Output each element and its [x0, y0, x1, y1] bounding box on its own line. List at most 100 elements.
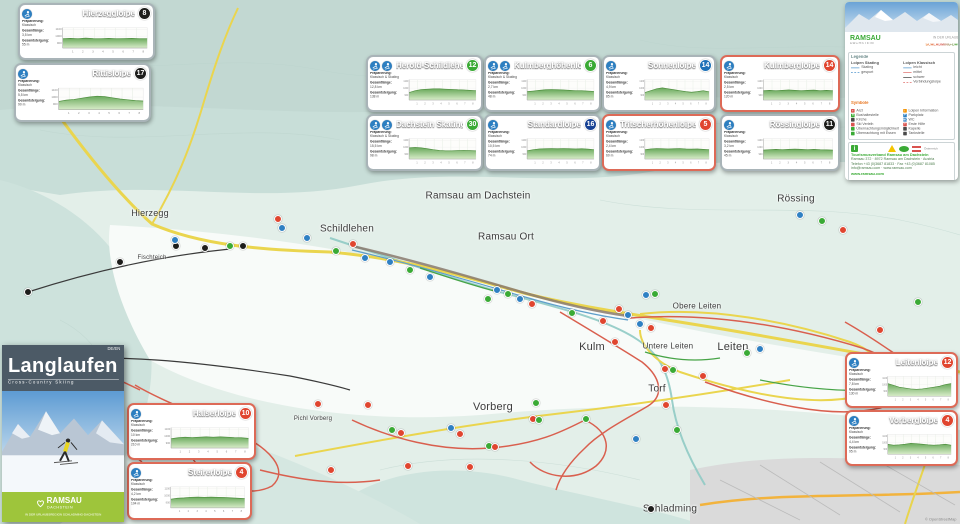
svg-text:5: 5	[804, 102, 806, 105]
trail-number-badge: 12	[941, 356, 954, 369]
svg-text:2: 2	[779, 161, 781, 164]
svg-text:1: 1	[895, 399, 897, 401]
svg-text:2: 2	[902, 399, 904, 401]
elevation-profile-chart: 11001000900 12345678	[757, 72, 836, 106]
trail-number-badge: 5	[699, 118, 712, 131]
trail-name: Standardloipe	[502, 120, 581, 129]
line-sample	[903, 77, 911, 78]
trail-card-roessing: Rössingloipe 11 Präparierung:Klassisch G…	[720, 114, 840, 171]
website: www.ramsau.com	[851, 172, 952, 176]
svg-text:900: 900	[57, 41, 62, 45]
svg-text:1000: 1000	[51, 95, 58, 99]
trail-number-badge: 14	[823, 59, 836, 72]
trail-marker	[651, 290, 659, 298]
trail-marker	[397, 429, 405, 437]
svg-text:6: 6	[574, 102, 576, 105]
legend-line-item: mittel	[903, 71, 951, 75]
svg-text:2: 2	[82, 49, 84, 53]
svg-text:6: 6	[812, 161, 814, 164]
trail-marker	[662, 401, 670, 409]
svg-text:900: 900	[759, 153, 764, 156]
svg-text:1100: 1100	[52, 88, 59, 92]
svg-text:1100: 1100	[521, 139, 527, 142]
svg-text:2: 2	[424, 161, 426, 164]
symbol-icon	[851, 118, 855, 122]
svg-text:1100: 1100	[403, 139, 409, 142]
svg-text:7: 7	[128, 111, 130, 115]
elevation-profile-chart: 11001000900 12345678	[521, 131, 597, 165]
trail-name: Leitenloipe	[863, 358, 938, 367]
trail-marker	[466, 463, 474, 471]
language-tag: DE/EN	[107, 347, 120, 351]
trail-marker	[647, 324, 655, 332]
brand-name: RAMSAU	[47, 497, 91, 505]
legend-symbol-item: Tankstelle	[903, 132, 951, 136]
svg-text:1000: 1000	[403, 87, 409, 90]
skier-icon	[849, 358, 859, 368]
svg-text:1100: 1100	[757, 139, 763, 142]
svg-text:900: 900	[759, 94, 764, 97]
quality-seal-icon	[888, 145, 896, 152]
legend-line-item: schwer	[903, 75, 951, 79]
svg-text:8: 8	[472, 161, 474, 164]
symbol-icon: P	[903, 114, 907, 118]
svg-text:8: 8	[472, 102, 474, 105]
svg-text:900: 900	[53, 102, 58, 106]
svg-text:8: 8	[829, 102, 831, 105]
skier-icon	[131, 409, 141, 419]
svg-text:1100: 1100	[882, 436, 887, 438]
trail-marker	[226, 242, 234, 250]
svg-text:2: 2	[902, 457, 904, 459]
trail-marker	[532, 399, 540, 407]
information-icon: i	[851, 145, 858, 152]
trail-marker	[743, 349, 751, 357]
svg-text:6: 6	[118, 111, 120, 115]
place-label: Hierzegg	[131, 208, 169, 218]
svg-text:1: 1	[895, 457, 897, 459]
trail-marker	[484, 295, 492, 303]
trail-card-vorberg: Vorbergloipe 4 Präparierung:Klassisch Ge…	[845, 410, 958, 466]
svg-text:7: 7	[132, 49, 134, 53]
svg-text:2: 2	[78, 111, 80, 115]
svg-text:900: 900	[166, 441, 171, 445]
trail-name: Tritscherhöhenloipe	[620, 120, 696, 129]
svg-text:1: 1	[179, 509, 181, 513]
legend-photo	[845, 2, 958, 32]
svg-text:1: 1	[534, 102, 536, 105]
card-header: Kulmberghöhenloipe 6	[488, 59, 597, 72]
svg-text:6: 6	[933, 457, 935, 459]
svg-text:3: 3	[198, 449, 200, 453]
trail-marker	[447, 424, 455, 432]
trail-marker	[426, 273, 434, 281]
svg-text:1100: 1100	[521, 80, 527, 83]
svg-text:1000: 1000	[521, 87, 527, 90]
trail-card-kulmhoehen: Kulmberghöhenloipe 6 Präparierung:Klassi…	[484, 55, 601, 112]
tourism-board-name: Tourismusverband Ramsau am Dachstein	[851, 153, 952, 157]
card-header: Halserloipe 10	[131, 407, 252, 420]
trail-marker	[615, 305, 623, 313]
symbol-icon: +	[903, 123, 907, 127]
svg-text:8: 8	[143, 49, 145, 53]
svg-text:5: 5	[683, 102, 685, 105]
svg-text:1100: 1100	[164, 486, 170, 490]
map-poster: HierzeggFischteichSchildlehenRamsau am D…	[0, 0, 960, 524]
trail-card-standard: Standardloipe 16 Präparierung:Klassisch …	[484, 114, 601, 171]
trail-name: Vorbergloipe	[863, 416, 938, 425]
svg-text:8: 8	[139, 111, 141, 115]
svg-text:3: 3	[910, 399, 912, 401]
svg-text:5: 5	[683, 161, 685, 164]
svg-text:5: 5	[925, 457, 927, 459]
svg-text:3: 3	[910, 457, 912, 459]
svg-text:1000: 1000	[403, 146, 409, 149]
trail-marker	[24, 288, 32, 296]
trail-facts: Präparierung:Klassisch Gesamtlänge:2,5 k…	[724, 72, 757, 99]
trail-name: Rössingloipe	[738, 120, 820, 129]
svg-text:4: 4	[102, 49, 104, 53]
skier-icon	[382, 120, 392, 130]
svg-text:2: 2	[660, 102, 662, 105]
legend-brand-row: RAMSAU DACHSTEIN IN DER URLAUBSREGION SC…	[845, 32, 958, 51]
poster-title: Langlaufen	[8, 355, 118, 378]
svg-text:900: 900	[883, 449, 887, 451]
svg-text:4: 4	[796, 161, 798, 164]
svg-text:5: 5	[566, 102, 568, 105]
